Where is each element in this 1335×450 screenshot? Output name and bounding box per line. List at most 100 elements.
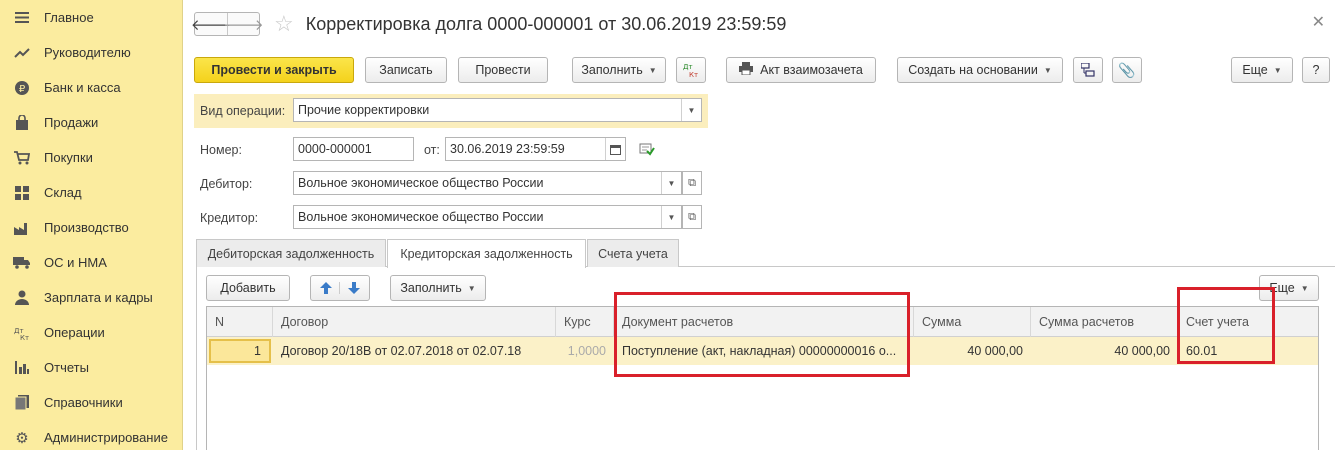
column-header-settlement-sum[interactable]: Сумма расчетов (1031, 307, 1178, 337)
favorite-star-icon[interactable]: ☆ (274, 11, 294, 37)
move-up-icon[interactable] (312, 282, 340, 294)
nav-buttons: 🡐 🡒 (191, 12, 264, 36)
grid-fill-label: Заполнить (400, 281, 462, 295)
chevron-down-icon[interactable]: ▼ (661, 172, 681, 194)
svg-text:₽: ₽ (19, 84, 26, 95)
creditor-open-button[interactable]: ⧉ (682, 205, 702, 229)
column-header-contract[interactable]: Договор (273, 307, 556, 337)
help-button[interactable]: ? (1302, 57, 1330, 83)
bar-chart-icon (0, 361, 44, 374)
truck-icon (0, 256, 44, 269)
sidebar-item-purchases[interactable]: Покупки (0, 140, 183, 175)
cell-n[interactable]: 1 (209, 339, 271, 363)
add-row-label: Добавить (220, 281, 276, 295)
menu-icon (0, 11, 44, 24)
fill-dropdown-button[interactable]: Заполнить ▼ (572, 57, 666, 83)
sidebar-item-label: Покупки (44, 150, 93, 165)
gear-icon: ⚙ (15, 429, 29, 447)
cell-rate: 1,0000 (567, 344, 606, 358)
tab-debtor[interactable]: Дебиторская задолженность (196, 239, 386, 267)
dt-kt-button[interactable]: Дт Кт (676, 57, 706, 83)
sidebar-item-label: Справочники (44, 395, 123, 410)
factory-icon (0, 221, 44, 235)
sidebar-item-director[interactable]: Руководителю (0, 35, 183, 70)
shopping-bag-icon (0, 115, 44, 130)
sidebar-item-reports[interactable]: Отчеты (0, 350, 183, 385)
tab-accounts[interactable]: Счета учета (587, 239, 679, 267)
column-header-n[interactable]: N (207, 307, 273, 337)
sidebar-item-production[interactable]: Производство (0, 210, 183, 245)
chevron-down-icon: ▼ (1273, 65, 1282, 75)
sidebar-item-salary[interactable]: Зарплата и кадры (0, 280, 183, 315)
svg-text:Кт: Кт (689, 71, 698, 78)
sidebar-item-operations[interactable]: Дт Кт Операции (0, 315, 183, 350)
paperclip-icon: 📎 (1118, 61, 1136, 78)
creditor-value: Вольное экономическое общество России (298, 210, 544, 224)
column-header-sum[interactable]: Сумма (914, 307, 1031, 337)
cell-settlement-sum[interactable]: 40 000,00 (1031, 337, 1178, 365)
warehouse-icon (0, 185, 44, 200)
hierarchy-icon (1081, 63, 1095, 77)
sidebar: Главное Руководителю ₽ Банк и касса Прод… (0, 0, 183, 450)
sidebar-item-warehouse[interactable]: Склад (0, 175, 183, 210)
chevron-down-icon[interactable]: ▼ (661, 206, 681, 228)
post-label: Провести (475, 63, 531, 77)
add-row-button[interactable]: Добавить (206, 275, 290, 301)
debtor-field[interactable]: Вольное экономическое общество России ▼ (293, 171, 682, 195)
move-down-icon[interactable] (340, 282, 368, 294)
sidebar-item-label: Руководителю (44, 45, 131, 60)
fill-label: Заполнить (581, 63, 643, 77)
close-icon[interactable]: ✕ (1312, 12, 1325, 32)
number-field[interactable]: 0000-000001 (293, 137, 414, 161)
highlight-account-column (1177, 287, 1275, 364)
sidebar-item-main[interactable]: Главное (0, 0, 183, 35)
title-bar: 🡐 🡒 ☆ Корректировка долга 0000-000001 от… (191, 10, 786, 38)
attach-button[interactable]: 📎 (1112, 57, 1142, 83)
trend-icon (0, 47, 44, 59)
cell-contract[interactable]: Договор 20/18В от 02.07.2018 от 02.07.18 (273, 337, 556, 365)
chevron-down-icon: ▼ (648, 65, 657, 75)
sidebar-item-admin[interactable]: ⚙ Администрирование (0, 420, 183, 450)
chevron-down-icon: ▼ (467, 283, 476, 293)
back-arrow-icon[interactable]: 🡐 (191, 13, 231, 35)
open-icon: ⧉ (688, 176, 696, 189)
grid-fill-button[interactable]: Заполнить ▼ (390, 275, 486, 301)
sidebar-item-references[interactable]: Справочники (0, 385, 183, 420)
posted-status-icon (639, 142, 655, 159)
column-header-rate[interactable]: Курс (556, 307, 614, 337)
tab-label: Счета учета (598, 246, 668, 261)
sidebar-item-fixed-assets[interactable]: ОС и НМА (0, 245, 183, 280)
create-based-on-button[interactable]: Создать на основании ▼ (897, 57, 1063, 83)
sidebar-item-sales[interactable]: Продажи (0, 105, 183, 140)
debtor-open-button[interactable]: ⧉ (682, 171, 702, 195)
tab-label: Дебиторская задолженность (207, 246, 375, 261)
sidebar-item-label: Продажи (44, 115, 99, 130)
offset-act-button[interactable]: Акт взаимозачета (726, 57, 876, 83)
operation-type-select[interactable]: Прочие корректировки ▼ (293, 98, 702, 122)
sidebar-item-label: Банк и касса (44, 80, 121, 95)
number-value: 0000-000001 (298, 142, 372, 156)
cart-icon (0, 150, 44, 165)
number-label: Номер: (200, 143, 242, 157)
chevron-down-icon[interactable]: ▼ (681, 99, 701, 121)
save-button[interactable]: Записать (365, 57, 447, 83)
save-label: Записать (379, 63, 433, 77)
post-and-close-button[interactable]: Провести и закрыть (194, 57, 354, 83)
post-and-close-label: Провести и закрыть (211, 63, 337, 77)
calendar-icon[interactable] (605, 138, 625, 160)
more-button[interactable]: Еще ▼ (1231, 57, 1293, 83)
cell-sum[interactable]: 40 000,00 (914, 337, 1031, 365)
svg-text:Дт: Дт (683, 63, 693, 71)
date-field[interactable]: 30.06.2019 23:59:59 (445, 137, 626, 161)
forward-arrow-icon[interactable]: 🡒 (223, 13, 264, 35)
more-label: Еще (1242, 63, 1268, 77)
post-button[interactable]: Провести (458, 57, 548, 83)
tab-creditor[interactable]: Кредиторская задолженность (387, 239, 586, 268)
tab-label: Кредиторская задолженность (400, 247, 573, 261)
sidebar-item-bank[interactable]: ₽ Банк и касса (0, 70, 183, 105)
structure-button[interactable] (1073, 57, 1103, 83)
creditor-label: Кредитор: (200, 211, 259, 225)
sidebar-item-label: ОС и НМА (44, 255, 107, 270)
chevron-down-icon: ▼ (1300, 283, 1309, 293)
creditor-field[interactable]: Вольное экономическое общество России ▼ (293, 205, 682, 229)
